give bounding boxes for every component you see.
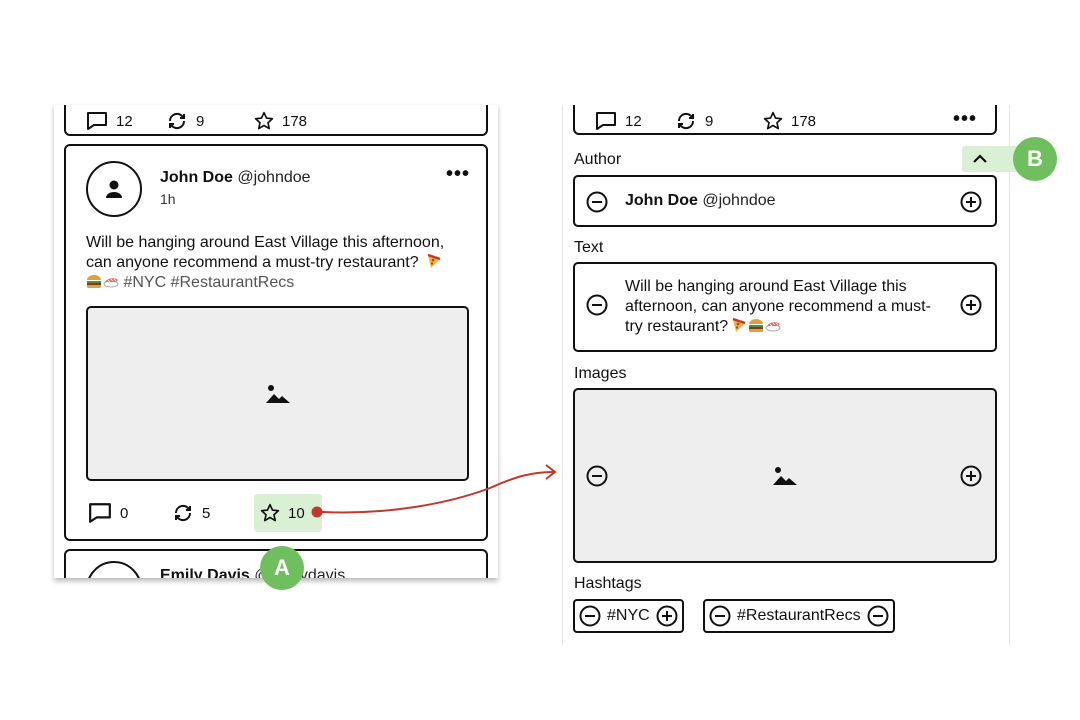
next-author-name[interactable]: Emily Davis <box>160 567 250 578</box>
editor-preview-card: 12 9 178 ••• <box>573 105 997 135</box>
arrow-path <box>321 471 555 514</box>
editor-text-line-1: Will be hanging around East Village this <box>625 278 907 295</box>
editor-image-field[interactable] <box>573 388 997 563</box>
text-field: Will be hanging around East Village this… <box>573 262 997 352</box>
hashtags-section-label: Hashtags <box>574 575 642 592</box>
post-text-block: Will be hanging around East Village this… <box>86 233 471 293</box>
arrow-start-dot <box>311 506 323 518</box>
editor-comment-stat: 12 <box>595 111 642 131</box>
post-author-name[interactable]: John Doe <box>160 169 233 186</box>
image-icon <box>265 384 290 403</box>
editor-author-name: John Doe <box>625 192 698 209</box>
editor-text-line-3-row: try restaurant? <box>625 317 955 337</box>
author-field: John Doe @johndoe <box>573 175 997 227</box>
hashtag-chip-restaurantrecs: #RestaurantRecs <box>703 599 895 633</box>
images-section-label: Images <box>574 365 627 382</box>
minus-circle-icon[interactable] <box>709 605 731 627</box>
previous-star-count: 178 <box>282 112 308 130</box>
next-author-line: Emily Davis @emilydavis <box>160 567 345 578</box>
post-author-line: John Doe @johndoe <box>160 169 311 187</box>
annotation-badge-a: A <box>260 546 304 590</box>
editor-repost-count: 9 <box>705 112 714 130</box>
hashtag-chip-label: #NYC <box>607 607 650 624</box>
person-icon <box>106 180 122 198</box>
hashtag-chip-nyc: #NYC <box>573 599 684 633</box>
editor-repost-stat: 9 <box>675 111 713 131</box>
plus-circle-icon[interactable] <box>960 465 982 487</box>
editor-text-block: Will be hanging around East Village this… <box>625 277 955 337</box>
repost-icon <box>677 112 695 130</box>
repost-icon <box>174 504 192 522</box>
editor-author-handle: @johndoe <box>702 192 776 209</box>
author-section-label: Author <box>574 151 622 168</box>
burger-icon <box>749 319 764 332</box>
previous-comment-count: 12 <box>116 112 133 130</box>
post-timestamp: 1h <box>160 191 176 207</box>
previous-post-card: 12 9 178 <box>64 105 488 136</box>
star-stat[interactable]: 10 <box>260 503 305 523</box>
text-section-label: Text <box>574 239 604 256</box>
star-icon <box>260 503 280 522</box>
chevron-up-icon <box>973 154 987 163</box>
editor-star-stat: 178 <box>763 111 816 131</box>
comment-icon <box>89 503 111 523</box>
burger-icon <box>87 275 101 288</box>
annotation-badge-b: B <box>1013 137 1057 181</box>
comment-icon <box>87 112 107 130</box>
previous-repost-stat[interactable]: 9 <box>166 111 204 131</box>
editor-author-line: John Doe @johndoe <box>625 192 776 210</box>
more-icon[interactable]: ••• <box>446 164 470 184</box>
minus-circle-icon[interactable] <box>867 605 889 627</box>
comment-count: 0 <box>120 504 129 522</box>
hashtag-chip-label: #RestaurantRecs <box>737 607 861 624</box>
editor-comment-count: 12 <box>625 112 642 130</box>
comment-icon <box>596 112 616 130</box>
previous-repost-count: 9 <box>196 112 205 130</box>
more-icon[interactable]: ••• <box>953 109 977 129</box>
minus-circle-icon[interactable] <box>579 605 601 627</box>
editor-panel: 12 9 178 ••• Author John Doe @johndoe Te… <box>562 105 1010 645</box>
post-body-text: Will be hanging around East Village this… <box>86 234 445 271</box>
post-author-handle[interactable]: @johndoe <box>237 169 310 186</box>
comment-stat[interactable]: 0 <box>88 502 128 524</box>
post-hashtag-2[interactable]: #RestaurantRecs <box>171 274 295 291</box>
plus-circle-icon[interactable] <box>656 605 678 627</box>
minus-circle-icon[interactable] <box>586 294 608 316</box>
editor-text-line-2: afternoon, can anyone recommend a must- <box>625 298 931 315</box>
next-avatar[interactable] <box>86 561 142 578</box>
repost-count: 5 <box>202 504 211 522</box>
image-icon <box>773 466 797 485</box>
minus-circle-icon[interactable] <box>586 191 608 213</box>
previous-star-stat[interactable]: 178 <box>254 111 307 131</box>
minus-circle-icon[interactable] <box>586 465 608 487</box>
repost-stat[interactable]: 5 <box>172 503 210 523</box>
plus-circle-icon[interactable] <box>960 191 982 213</box>
repost-icon <box>168 112 186 130</box>
plus-circle-icon[interactable] <box>960 294 982 316</box>
avatar[interactable] <box>86 161 142 217</box>
pizza-icon <box>732 317 746 332</box>
editor-star-count: 178 <box>791 112 817 130</box>
sushi-icon <box>103 278 119 288</box>
star-icon <box>254 111 274 130</box>
previous-comment-stat[interactable]: 12 <box>86 111 133 131</box>
star-icon <box>763 111 783 130</box>
connector-arrow <box>311 464 557 518</box>
pizza-icon <box>427 253 441 268</box>
post-hashtag-1[interactable]: #NYC <box>123 274 166 291</box>
sushi-icon <box>765 322 781 332</box>
editor-text-line-3: try restaurant? <box>625 318 729 335</box>
